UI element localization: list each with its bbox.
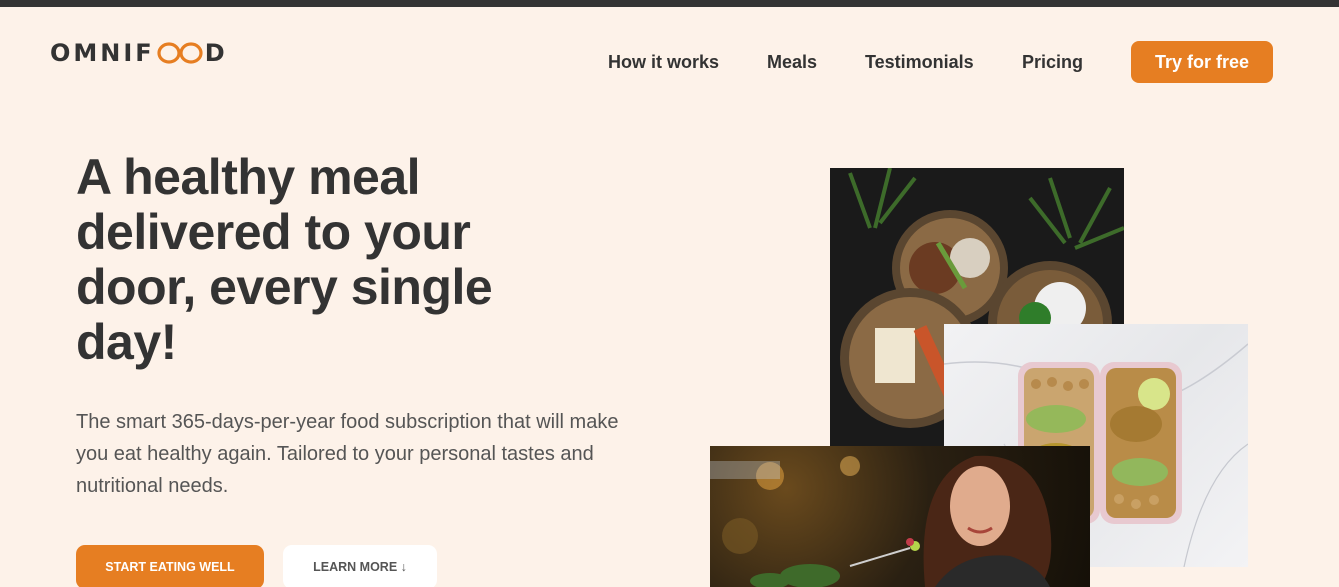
nav-pricing[interactable]: Pricing [1022, 52, 1083, 73]
hero-text: A healthy meal delivered to your door, e… [76, 150, 636, 502]
try-for-free-button[interactable]: Try for free [1131, 41, 1273, 83]
top-border [0, 0, 1339, 7]
hero-title: A healthy meal delivered to your door, e… [76, 149, 493, 370]
nav-testimonials[interactable]: Testimonials [865, 52, 974, 73]
hero-description: The smart 365-days-per-year food subscri… [76, 411, 619, 497]
learn-more-button[interactable]: Learn more ↓ [283, 545, 437, 587]
site-header: OMNIF D How it works Meals Testimonials … [0, 7, 1339, 103]
woman-eating-photo [710, 446, 1090, 587]
nav-meals[interactable]: Meals [767, 52, 817, 73]
start-eating-well-button[interactable]: Start eating well [76, 545, 264, 587]
nav-how-it-works[interactable]: How it works [608, 52, 719, 73]
main-nav: How it works Meals Testimonials Pricing … [0, 41, 1339, 83]
